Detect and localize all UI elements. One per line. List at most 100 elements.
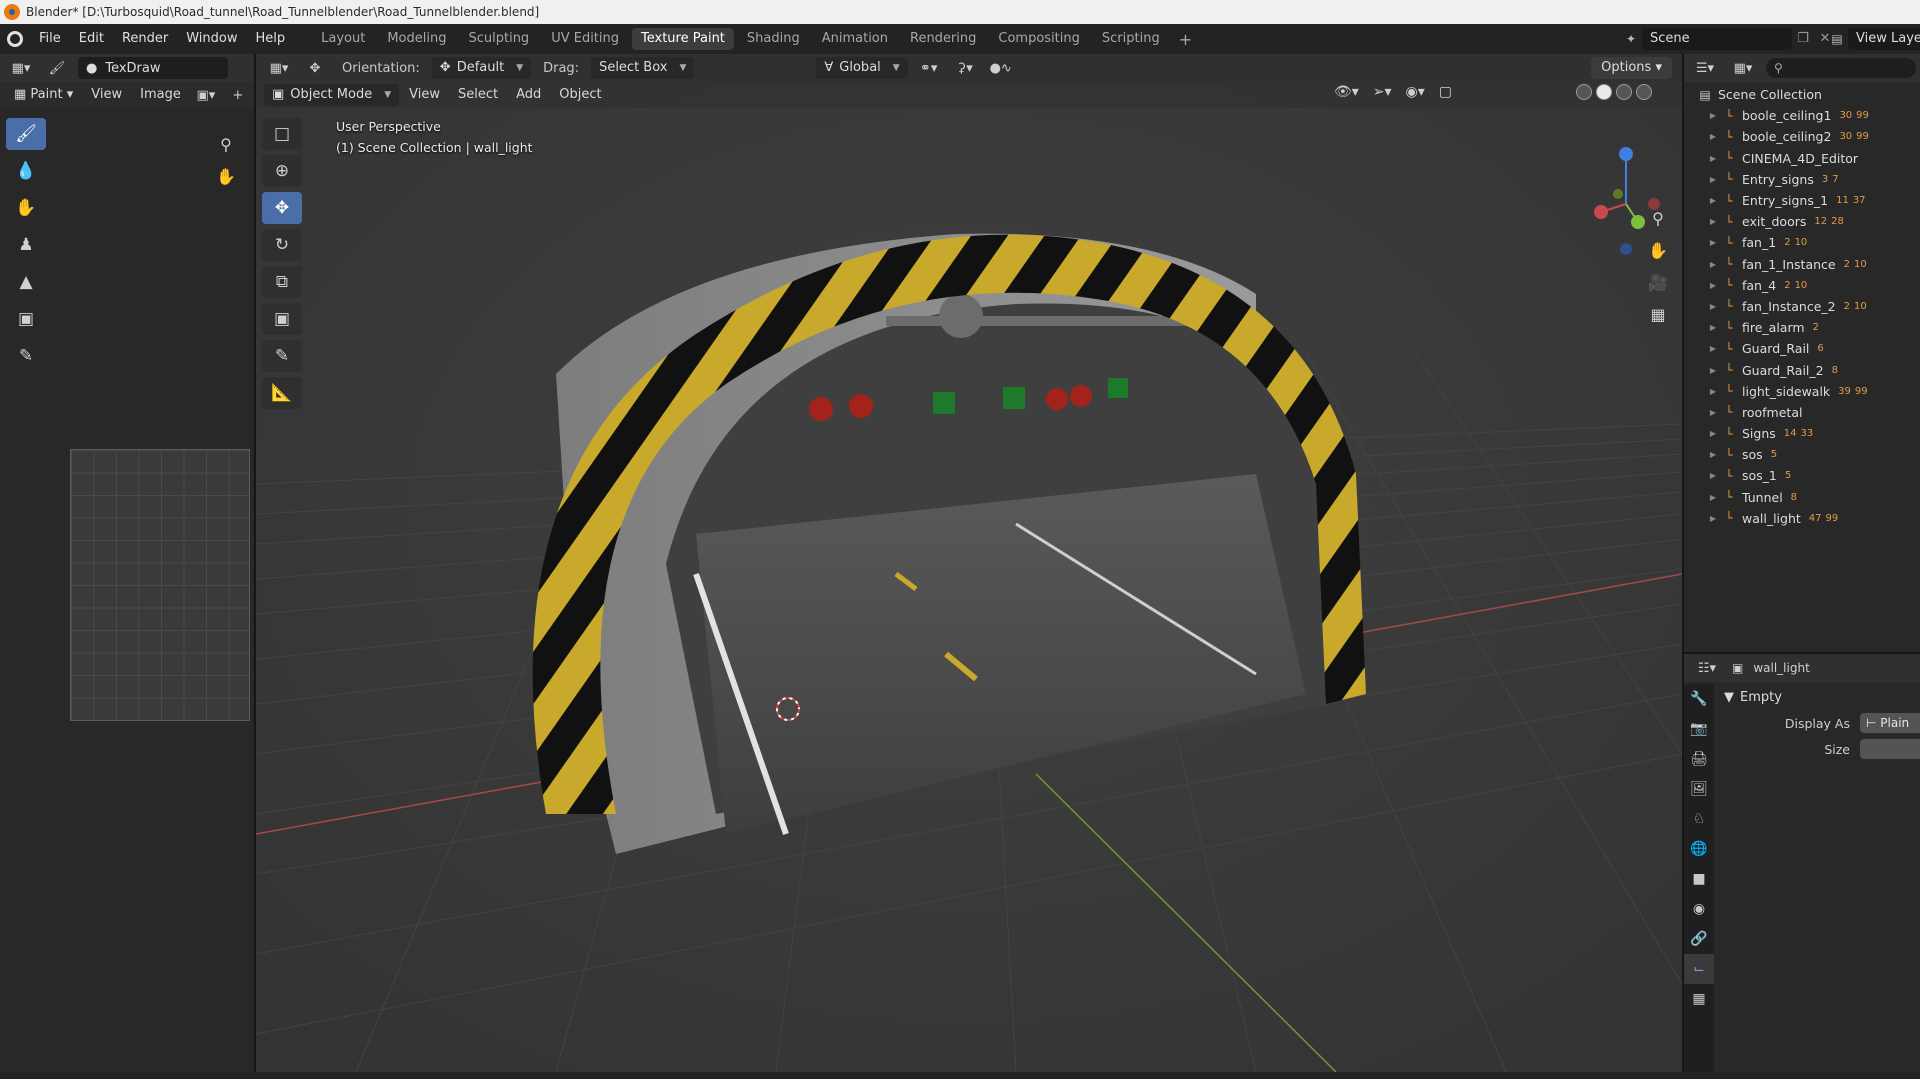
outliner-row[interactable]: ▶ └ fan_Instance_2 2 10 (1684, 296, 1920, 317)
size-field[interactable] (1860, 739, 1920, 759)
expand-arrow-icon[interactable]: ▶ (1706, 196, 1720, 205)
expand-arrow-icon[interactable]: ▶ (1706, 429, 1720, 438)
move-icon[interactable]: ✥ (262, 192, 302, 224)
soften-icon[interactable]: 💧 (6, 155, 46, 187)
expand-arrow-icon[interactable]: ▶ (1706, 514, 1720, 523)
mask-icon[interactable]: ▣ (6, 303, 46, 335)
expand-arrow-icon[interactable]: ▶ (1706, 408, 1720, 417)
outliner-row[interactable]: ▶ └ fan_1 2 10 (1684, 232, 1920, 253)
proportional-edit-icon[interactable]: ●∿ (986, 57, 1016, 79)
expand-arrow-icon[interactable]: ▶ (1706, 217, 1720, 226)
menu-render[interactable]: Render (113, 24, 177, 54)
viewport-menu-select[interactable]: Select (450, 84, 506, 106)
orientation-dropdown[interactable]: ✥ Default ▼ (431, 57, 532, 79)
output-tab-icon[interactable]: 🖨 (1684, 744, 1714, 774)
camera-view-icon[interactable]: 🎥 (1644, 268, 1672, 296)
fill-icon[interactable]: ▲ (6, 266, 46, 298)
scene-icon[interactable]: ✦ (1620, 28, 1642, 50)
3d-viewport[interactable]: ▦▾ ✥ Orientation: ✥ Default ▼ Drag: Select… (256, 54, 1682, 1072)
rendered-shading-icon[interactable] (1636, 84, 1652, 100)
menu-view[interactable]: View (83, 84, 130, 106)
outliner-row[interactable]: ▶ └ Signs 14 33 (1684, 423, 1920, 444)
expand-arrow-icon[interactable]: ▶ (1706, 154, 1720, 163)
overlays-icon[interactable]: ◉▾ (1406, 84, 1425, 100)
display-as-dropdown[interactable]: ⊢ Plain (1860, 713, 1920, 733)
display-mode-icon[interactable]: ▦▾ (1728, 57, 1758, 79)
transform-icon[interactable]: ▣ (262, 303, 302, 335)
outliner-row[interactable]: ▶ └ Guard_Rail_2 8 (1684, 359, 1920, 380)
expand-arrow-icon[interactable]: ▶ (1706, 302, 1720, 311)
viewport-menu-object[interactable]: Object (551, 84, 609, 106)
menu-edit[interactable]: Edit (70, 24, 113, 54)
render-tab-icon[interactable]: 📷 (1684, 714, 1714, 744)
constraints-tab-icon[interactable]: 🔗 (1684, 924, 1714, 954)
outliner-row[interactable]: ▶ └ Guard_Rail 6 (1684, 338, 1920, 359)
object-data-tab-icon[interactable]: ⌙ (1684, 954, 1714, 984)
scale-icon[interactable]: ⧉ (262, 266, 302, 298)
drag-dropdown[interactable]: Select Box ▼ (591, 57, 695, 79)
outliner-row[interactable]: ▶ └ wall_light 47 99 (1684, 508, 1920, 529)
tab-layout[interactable]: Layout (312, 28, 374, 50)
scene-name-field[interactable]: Scene (1642, 28, 1792, 50)
pivot-point-icon[interactable]: ⚭▾ (914, 57, 944, 79)
view-layer-field[interactable]: View Layer (1848, 28, 1920, 50)
options-dropdown[interactable]: Options ▾ (1591, 57, 1672, 79)
expand-arrow-icon[interactable]: ▶ (1706, 260, 1720, 269)
object-mode-dropdown[interactable]: ▣ Object Mode ▼ (264, 84, 400, 106)
new-image-button[interactable]: + (223, 84, 253, 106)
solid-shading-icon[interactable] (1596, 84, 1612, 100)
editor-type-icon[interactable]: ▦▾ (6, 57, 36, 79)
outliner-row[interactable]: ▶ └ boole_ceiling2 30 99 (1684, 126, 1920, 147)
texture-tab-icon[interactable]: ▦ (1684, 984, 1714, 1014)
view-layer-icon[interactable]: ▤ (1826, 28, 1848, 50)
snap-icon[interactable]: ⚳▾ (950, 57, 980, 79)
tab-compositing[interactable]: Compositing (989, 28, 1089, 50)
expand-arrow-icon[interactable]: ▶ (1706, 111, 1720, 120)
viewport-pan-icon[interactable]: ✋ (1644, 236, 1672, 264)
world-tab-icon[interactable]: 🌐 (1684, 834, 1714, 864)
new-scene-icon[interactable]: ❐ (1792, 28, 1814, 50)
add-workspace-button[interactable]: + (1173, 30, 1198, 49)
outliner-row[interactable]: ▶ └ fan_1_Instance 2 10 (1684, 254, 1920, 275)
wireframe-shading-icon[interactable] (1576, 84, 1592, 100)
menu-image[interactable]: Image (132, 84, 189, 106)
rotate-icon[interactable]: ↻ (262, 229, 302, 261)
tab-texture-paint[interactable]: Texture Paint (632, 28, 734, 50)
transform-orientation-dropdown[interactable]: ∀ Global ▼ (816, 57, 908, 79)
viewport-menu-add[interactable]: Add (508, 84, 549, 106)
viewport-zoom-icon[interactable]: ⚲ (1644, 204, 1672, 232)
tab-animation[interactable]: Animation (813, 28, 897, 50)
outliner-search-input[interactable]: ⚲ (1766, 58, 1916, 78)
outliner-row[interactable]: ▶ └ fan_4 2 10 (1684, 275, 1920, 296)
outliner-row[interactable]: ▶ └ sos 5 (1684, 444, 1920, 465)
expand-arrow-icon[interactable]: ▶ (1706, 238, 1720, 247)
scene-collection-row[interactable]: ▤ Scene Collection (1684, 84, 1920, 105)
menu-help[interactable]: Help (247, 24, 295, 54)
zoom-icon[interactable]: ⚲ (212, 130, 240, 158)
properties-editor-type-icon[interactable]: ☷▾ (1692, 657, 1722, 679)
tab-shading[interactable]: Shading (738, 28, 809, 50)
outliner-row[interactable]: ▶ └ roofmetal (1684, 402, 1920, 423)
expand-arrow-icon[interactable]: ▶ (1706, 281, 1720, 290)
tab-modeling[interactable]: Modeling (378, 28, 455, 50)
annotate-icon[interactable]: ✎ (6, 340, 46, 372)
expand-arrow-icon[interactable]: ▶ (1706, 175, 1720, 184)
tool-tab-icon[interactable]: 🔧 (1684, 684, 1714, 714)
expand-arrow-icon[interactable]: ▶ (1706, 366, 1720, 375)
perspective-toggle-icon[interactable]: ▦ (1644, 300, 1672, 328)
outliner-row[interactable]: ▶ └ Entry_signs 3 7 (1684, 169, 1920, 190)
image-browse-icon[interactable]: ▣▾ (191, 84, 221, 106)
select-box-icon[interactable]: □ (262, 118, 302, 150)
tab-rendering[interactable]: Rendering (901, 28, 985, 50)
smear-icon[interactable]: ✋ (6, 192, 46, 224)
outliner-row[interactable]: ▶ └ Entry_signs_1 11 37 (1684, 190, 1920, 211)
blender-logo-icon[interactable] (0, 24, 30, 54)
empty-image-canvas[interactable] (70, 449, 250, 721)
measure-icon[interactable]: 📐 (262, 377, 302, 409)
outliner-row[interactable]: ▶ └ Tunnel 8 (1684, 487, 1920, 508)
outliner-row[interactable]: ▶ └ light_sidewalk 39 99 (1684, 381, 1920, 402)
outliner-row[interactable]: ▶ └ exit_doors 12 28 (1684, 211, 1920, 232)
expand-arrow-icon[interactable]: ▶ (1706, 471, 1720, 480)
outliner-editor-type-icon[interactable]: ☰▾ (1690, 57, 1720, 79)
expand-arrow-icon[interactable]: ▶ (1706, 132, 1720, 141)
